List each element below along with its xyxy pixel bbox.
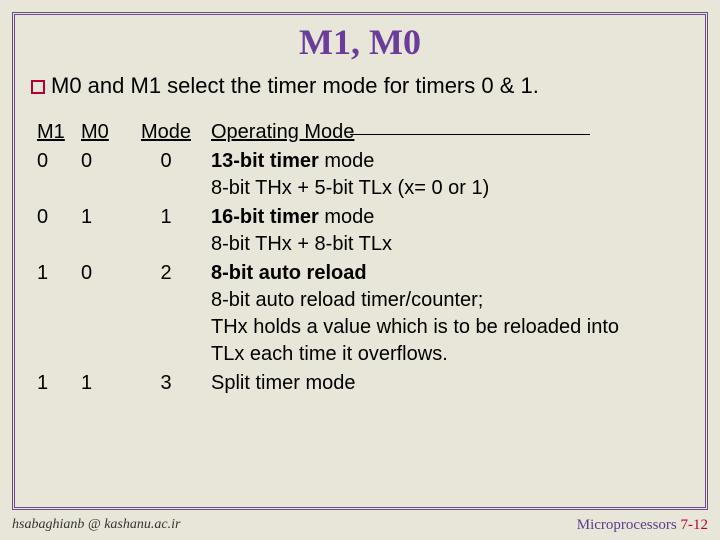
cell-m0: 1: [77, 370, 125, 397]
hdr-m1: M1: [37, 121, 65, 143]
op-line: 16-bit timer mode: [211, 204, 619, 231]
op-line: 8-bit auto reload timer/counter;: [211, 287, 619, 314]
table-row: 00013-bit timer mode8-bit THx + 5-bit TL…: [33, 148, 623, 202]
cell-op: Split timer mode: [207, 370, 623, 397]
table-row: 01116-bit timer mode8-bit THx + 8-bit TL…: [33, 204, 623, 258]
footer-left: hsabaghianb @ kashanu.ac.ir: [12, 517, 180, 534]
op-rest: mode: [319, 150, 375, 172]
op-line: Split timer mode: [211, 370, 619, 397]
cell-mode: 2: [127, 260, 205, 368]
op-line: 8-bit auto reload: [211, 260, 619, 287]
mode-table: M1 M0 Mode Operating Mode 00013-bit time…: [31, 117, 625, 399]
cell-mode: 3: [127, 370, 205, 397]
hdr-mode: Mode: [141, 121, 191, 143]
cell-op: 16-bit timer mode8-bit THx + 8-bit TLx: [207, 204, 623, 258]
cell-mode: 1: [127, 204, 205, 258]
hdr-op: Operating Mode: [211, 121, 354, 143]
op-bold: 16-bit timer: [211, 206, 319, 228]
cell-op: 13-bit timer mode8-bit THx + 5-bit TLx (…: [207, 148, 623, 202]
op-bold: 13-bit timer: [211, 150, 319, 172]
hdr-op-underline: [350, 134, 590, 135]
cell-m0: 0: [77, 148, 125, 202]
table-header-row: M1 M0 Mode Operating Mode: [33, 119, 623, 146]
intro-line: M0 and M1 select the timer mode for time…: [31, 73, 695, 99]
cell-m1: 0: [33, 148, 75, 202]
footer: hsabaghianb @ kashanu.ac.ir Microprocess…: [12, 517, 708, 534]
op-rest: Split timer mode: [211, 372, 356, 394]
cell-m0: 0: [77, 260, 125, 368]
op-line: 13-bit timer mode: [211, 148, 619, 175]
footer-label: Microprocessors: [577, 517, 677, 533]
table-row: 113Split timer mode: [33, 370, 623, 397]
bullet-icon: [31, 80, 45, 94]
op-line: TLx each time it overflows.: [211, 341, 619, 368]
cell-m0: 1: [77, 204, 125, 258]
footer-page: 7-12: [681, 517, 709, 533]
cell-op: 8-bit auto reload 8-bit auto reload timer…: [207, 260, 623, 368]
op-line: THx holds a value which is to be reloade…: [211, 314, 619, 341]
table-row: 102 8-bit auto reload 8-bit auto reload ti…: [33, 260, 623, 368]
op-line: 8-bit THx + 8-bit TLx: [211, 231, 619, 258]
op-bold: 8-bit auto reload: [211, 262, 367, 284]
hdr-m0: M0: [81, 121, 109, 143]
footer-right: Microprocessors 7-12: [577, 517, 708, 534]
cell-mode: 0: [127, 148, 205, 202]
cell-m1: 1: [33, 260, 75, 368]
intro-text: M0 and M1 select the timer mode for time…: [51, 73, 539, 98]
slide-frame: M1, M0 M0 and M1 select the timer mode f…: [12, 12, 708, 510]
cell-m1: 1: [33, 370, 75, 397]
op-rest: mode: [319, 206, 375, 228]
slide-title: M1, M0: [25, 21, 695, 63]
cell-m1: 0: [33, 204, 75, 258]
op-line: 8-bit THx + 5-bit TLx (x= 0 or 1): [211, 175, 619, 202]
